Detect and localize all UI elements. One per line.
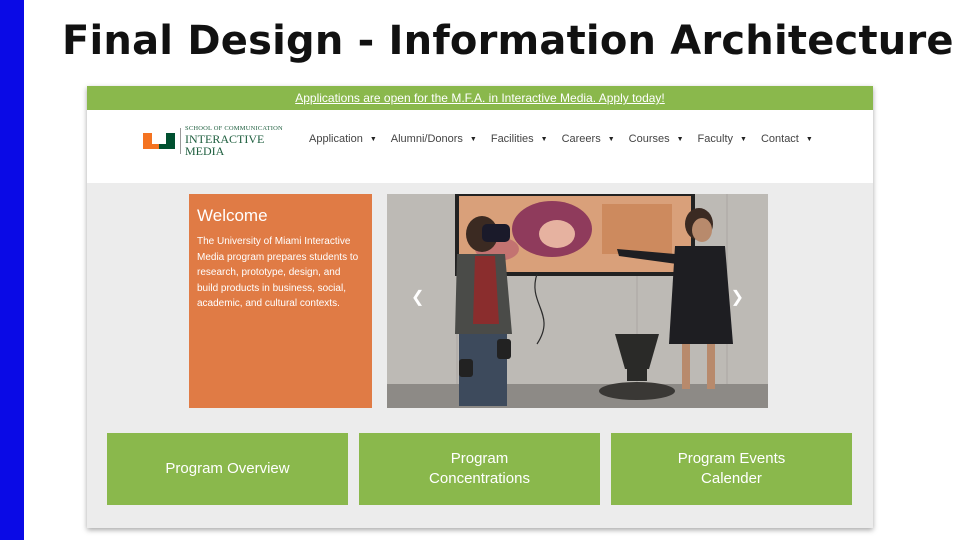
accent-bar [0,0,24,540]
nav-item-faculty[interactable]: Faculty ▼ [698,133,747,145]
nav-item-label: Contact [760,133,799,145]
chevron-right-icon[interactable]: ❯ [731,290,744,306]
main-nav: Application ▼ Alumni/Donors ▼ Facilities… [309,110,827,168]
welcome-text: The University of Miami Interactive Medi… [197,236,359,309]
nav-item-label: Facilities [490,133,534,145]
tile-label-line1: Program Overview [165,460,290,477]
announcement-link[interactable]: Applications are open for the M.F.A. in … [295,91,665,105]
nav-item-label: Application [309,133,363,145]
tile-label-line2: Concentrations [429,470,530,487]
slide-title: Final Design - Information Architecture [62,18,954,64]
carousel-photo [387,194,768,408]
caret-down-icon: ▼ [676,135,684,143]
logo-wordmark: SCHOOL OF COMMUNICATION INTERACTIVE MEDI… [185,125,283,158]
caret-down-icon: ▼ [740,135,747,143]
site-header: SCHOOL OF COMMUNICATION INTERACTIVE MEDI… [87,110,873,183]
nav-item-application[interactable]: Application ▼ [309,133,377,145]
caret-down-icon: ▼ [469,135,477,143]
program-overview-button[interactable]: Program Overview [107,433,348,505]
logo-line-interactive: INTERACTIVE [185,131,265,146]
nav-item-label: Courses [628,133,670,145]
website-screenshot: Applications are open for the M.F.A. in … [87,86,873,528]
welcome-panel: Welcome The University of Miami Interact… [189,194,372,408]
chevron-left-icon[interactable]: ❮ [411,290,424,306]
nav-item-alumni-donors[interactable]: Alumni/Donors ▼ [391,133,477,145]
nav-item-careers[interactable]: Careers ▼ [562,133,615,145]
program-concentrations-button[interactable]: Program Concentrations [359,433,600,505]
u-logo-icon [143,133,175,150]
welcome-heading: Welcome [197,206,268,225]
nav-item-label: Careers [561,133,601,145]
nav-item-contact[interactable]: Contact ▼ [761,133,813,145]
caret-down-icon: ▼ [369,135,377,143]
site-logo[interactable]: SCHOOL OF COMMUNICATION INTERACTIVE MEDI… [143,125,283,158]
nav-item-label: Alumni/Donors [390,133,463,145]
nav-item-courses[interactable]: Courses ▼ [629,133,684,145]
tile-label-line1: Program [450,450,509,467]
program-events-calendar-button[interactable]: Program Events Calender [611,433,852,505]
caret-down-icon: ▼ [607,135,615,143]
logo-line-media: MEDIA [185,143,225,158]
announcement-bar: Applications are open for the M.F.A. in … [87,86,873,110]
tile-label-line1: Program Events [677,450,786,467]
caret-down-icon: ▼ [540,135,548,143]
nav-item-facilities[interactable]: Facilities ▼ [491,133,548,145]
caret-down-icon: ▼ [805,135,813,143]
nav-item-label: Faculty [697,133,734,145]
hero-carousel[interactable]: ❮ ❯ [387,194,768,408]
logo-divider [180,128,181,155]
tile-label-line2: Calender [701,470,762,487]
